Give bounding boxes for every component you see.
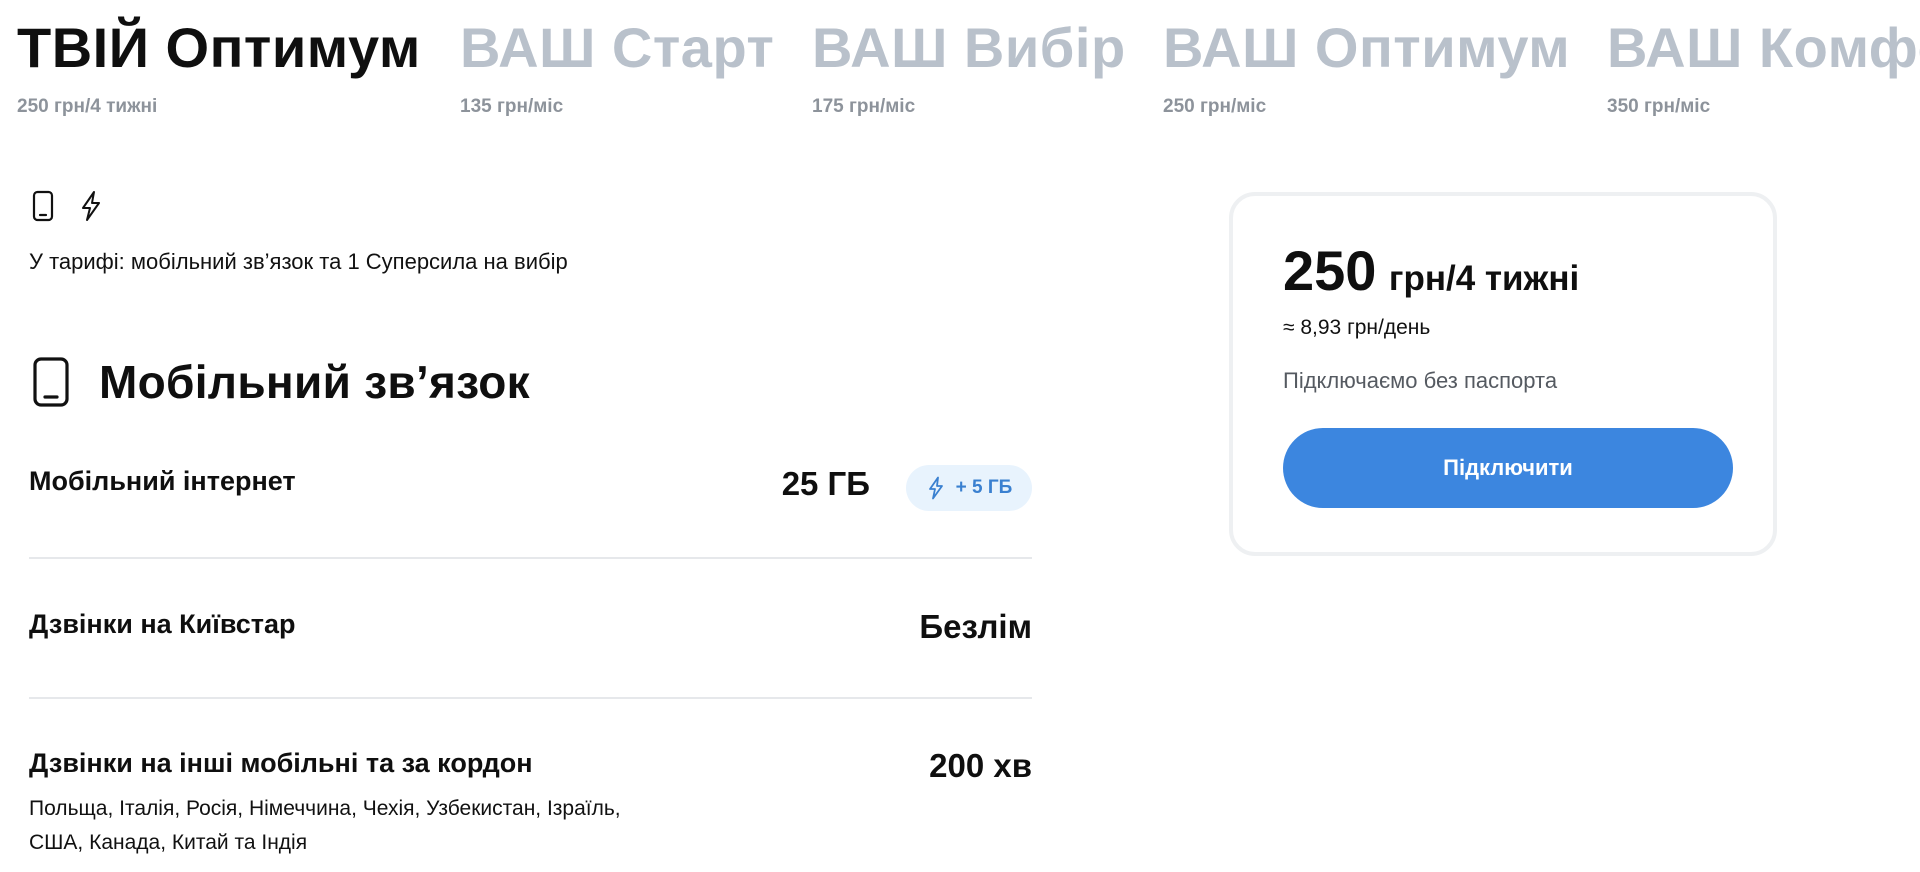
tab-tvii-optimum[interactable]: ТВІЙ Оптимум 250 грн/4 тижні xyxy=(17,10,421,118)
row-value: Безлім xyxy=(919,608,1032,645)
tab-vash-optimum[interactable]: ВАШ Оптимум 250 грн/міс xyxy=(1163,10,1570,118)
bonus-badge[interactable]: + 5 ГБ xyxy=(906,465,1032,511)
features-summary: У тарифі: мобільний зв’язок та 1 Суперси… xyxy=(29,249,568,274)
row-countries-line-1: Польща, Італія, Росія, Німеччина, Чехія,… xyxy=(29,797,621,820)
feature-icons xyxy=(29,190,121,222)
price-unit: грн/4 тижні xyxy=(1388,259,1580,298)
section-heading: Мобільний зв’язок xyxy=(29,354,530,410)
tab-name: ВАШ Оптимум xyxy=(1163,16,1571,79)
phone-icon xyxy=(33,357,69,407)
section-title: Мобільний зв’язок xyxy=(99,356,530,408)
tab-name: ВАШ Старт xyxy=(460,16,775,79)
tab-price: 250 грн/4 тижні xyxy=(17,96,158,117)
tab-vash-vybir[interactable]: ВАШ Вибір 175 грн/міс xyxy=(812,10,1126,118)
row-countries-line-2: США, Канада, Китай та Індія xyxy=(29,831,308,854)
connect-button[interactable]: Підключити xyxy=(1283,428,1733,508)
row-value: 200 хв xyxy=(929,747,1032,784)
tab-name: ВАШ Комфорт xyxy=(1607,16,1920,79)
bonus-text: + 5 ГБ xyxy=(955,477,1013,498)
price: 250 грн/4 тижні xyxy=(1283,238,1579,303)
tab-vash-start[interactable]: ВАШ Старт 135 грн/міс xyxy=(460,10,774,118)
price-card: 250 грн/4 тижні ≈ 8,93 грн/день Підключа… xyxy=(1229,192,1777,556)
price-per-day: ≈ 8,93 грн/день xyxy=(1283,316,1431,339)
tab-name: ВАШ Вибір xyxy=(812,16,1126,79)
row-label: Дзвінки на Київстар xyxy=(29,609,296,639)
row-value: 25 ГБ xyxy=(781,465,870,502)
bolt-icon xyxy=(928,476,943,500)
bolt-icon xyxy=(82,191,101,221)
price-amount: 250 xyxy=(1283,239,1377,302)
tariff-tabs: ТВІЙ Оптимум 250 грн/4 тижні ВАШ Старт 1… xyxy=(0,0,1920,130)
divider xyxy=(29,697,1032,699)
tab-price: 175 грн/міс xyxy=(812,96,916,117)
row-label: Мобільний інтернет xyxy=(29,466,296,496)
tab-price: 250 грн/міс xyxy=(1163,96,1267,117)
row-label: Дзвінки на інші мобільні та за кордон xyxy=(29,748,533,778)
tab-price: 350 грн/міс xyxy=(1607,96,1711,117)
tab-name: ТВІЙ Оптимум xyxy=(17,16,421,79)
tariff-page: ТВІЙ Оптимум 250 грн/4 тижні ВАШ Старт 1… xyxy=(0,0,1920,872)
passport-note: Підключаємо без паспорта xyxy=(1283,368,1558,393)
tab-price: 135 грн/міс xyxy=(460,96,564,117)
tab-vash-komfort[interactable]: ВАШ Комфорт 350 грн/міс xyxy=(1607,10,1920,118)
phone-icon xyxy=(32,190,54,222)
divider xyxy=(29,557,1032,559)
